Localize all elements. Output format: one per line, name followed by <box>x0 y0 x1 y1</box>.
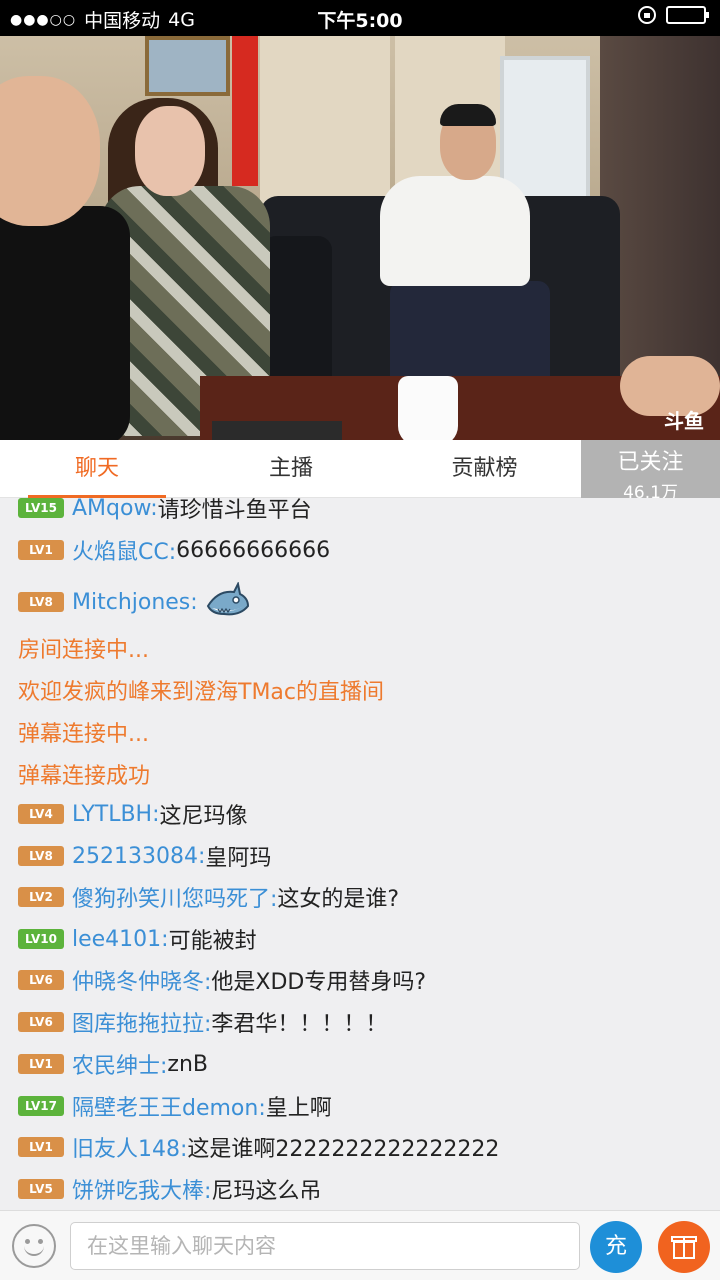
level-badge: LV5 <box>18 1179 64 1199</box>
follow-button[interactable]: 已关注 46.1万 <box>581 440 720 503</box>
battery-icon <box>666 6 709 24</box>
level-badge: LV15 <box>18 498 64 518</box>
recharge-button[interactable]: 充 <box>590 1221 642 1273</box>
follow-label: 已关注 <box>617 450 684 475</box>
level-badge: LV6 <box>18 1012 64 1032</box>
message-text: 皇阿玛 <box>205 846 272 871</box>
tab-rank-label: 贡献榜 <box>451 456 518 481</box>
chat-message: LV4 LYTLBH: 这尼玛像 <box>18 796 248 832</box>
chat-input-bar: 充 <box>0 1210 720 1280</box>
message-text: 这女的是谁? <box>277 887 400 912</box>
message-text: 可能被封 <box>168 929 257 954</box>
chat-message: LV8 Mitchjones: <box>18 580 252 622</box>
clock: 下午5:00 <box>317 10 403 32</box>
username[interactable]: 饼饼吃我大棒: <box>72 1173 211 1205</box>
streamer-figure <box>0 206 130 440</box>
message-text: 李君华！！！！！ <box>211 1012 388 1037</box>
tab-streamer[interactable]: 主播 <box>194 440 388 498</box>
message-text: 这尼玛像 <box>159 804 248 829</box>
level-badge: LV1 <box>18 1054 64 1074</box>
status-right <box>638 6 709 24</box>
level-badge: LV10 <box>18 929 64 949</box>
username[interactable]: 252133084: <box>72 844 205 869</box>
level-badge: LV1 <box>18 1137 64 1157</box>
woman-figure <box>135 106 205 196</box>
message-text: 这是谁啊2222222222222222 <box>187 1137 500 1162</box>
system-message: 弹幕连接中... <box>18 722 149 747</box>
message-text: znB <box>167 1051 209 1077</box>
wall-painting <box>145 36 230 96</box>
chat-input[interactable] <box>70 1222 580 1270</box>
message-text: 皇上啊 <box>265 1096 332 1121</box>
chat-message: LV2 傻狗孙笑川您吗死了: 这女的是谁? <box>18 879 399 915</box>
streamer-figure <box>0 76 100 226</box>
username[interactable]: Mitchjones: <box>72 590 198 615</box>
message-text: 尼玛这么吊 <box>211 1179 322 1204</box>
douyu-watermark: 斗鱼 <box>664 409 704 433</box>
tab-contribution-rank[interactable]: 贡献榜 <box>388 440 581 498</box>
chat-message: LV17 隔壁老王王demon: 皇上啊 <box>18 1088 332 1124</box>
username[interactable]: 隔壁老王王demon: <box>72 1090 266 1122</box>
username[interactable]: LYTLBH: <box>72 802 160 827</box>
chat-message: LV1 火焰鼠CC: 66666666666 <box>18 532 330 568</box>
username[interactable]: 火焰鼠CC: <box>72 534 176 566</box>
gift-button[interactable] <box>658 1221 710 1273</box>
tea-cup <box>398 376 458 440</box>
emoji-smile-icon[interactable] <box>12 1224 56 1268</box>
chat-panel[interactable]: LV15 AMqow: 请珍惜斗鱼平台 LV1 火焰鼠CC: 666666666… <box>0 498 720 1210</box>
system-message: 房间连接中... <box>18 638 149 663</box>
man-figure <box>380 176 530 286</box>
username[interactable]: 傻狗孙笑川您吗死了: <box>72 881 277 913</box>
system-message: 弹幕连接成功 <box>18 764 151 789</box>
level-badge: LV8 <box>18 592 64 612</box>
tab-chat[interactable]: 聊天 <box>0 440 194 498</box>
level-badge: LV1 <box>18 540 64 560</box>
chat-message: LV1 农民绅士: znB <box>18 1046 208 1082</box>
level-badge: LV4 <box>18 804 64 824</box>
level-badge: LV8 <box>18 846 64 866</box>
message-text: 请珍惜斗鱼平台 <box>157 498 312 523</box>
level-badge: LV17 <box>18 1096 64 1116</box>
chat-message: LV8 252133084: 皇阿玛 <box>18 838 271 874</box>
tab-chat-label: 聊天 <box>74 456 119 481</box>
chat-message: LV15 AMqow: 请珍惜斗鱼平台 <box>18 498 312 526</box>
status-bar: ●●●○○ 中国移动 4G 下午5:00 <box>0 0 720 36</box>
tab-streamer-label: 主播 <box>268 456 313 481</box>
username[interactable]: AMqow: <box>72 498 158 521</box>
chat-message: LV6 仲晓冬仲晓冬: 他是XDD专用替身吗? <box>18 962 426 998</box>
system-message: 欢迎发疯的峰来到澄海TMac的直播间 <box>18 680 384 705</box>
rotation-lock-icon <box>638 6 656 24</box>
username[interactable]: lee4101: <box>72 927 169 952</box>
level-badge: LV2 <box>18 887 64 907</box>
chat-message: LV10 lee4101: 可能被封 <box>18 921 257 957</box>
man-figure <box>440 104 496 126</box>
red-flag <box>232 36 258 186</box>
chat-message: LV6 图库拖拖拉拉: 李君华！！！！！ <box>18 1004 387 1040</box>
username[interactable]: 旧友人148: <box>72 1131 187 1163</box>
message-text: 66666666666 <box>176 537 331 563</box>
username[interactable]: 图库拖拖拉拉: <box>72 1006 211 1038</box>
chat-message: LV5 饼饼吃我大棒: 尼玛这么吊 <box>18 1171 321 1207</box>
message-text: 他是XDD专用替身吗? <box>211 970 427 995</box>
shark-emoji-icon <box>204 580 252 622</box>
gift-icon <box>683 1236 685 1259</box>
chat-message: LV1 旧友人148: 这是谁啊2222222222222222 <box>18 1129 499 1165</box>
level-badge: LV6 <box>18 970 64 990</box>
tissue-box <box>212 421 342 440</box>
live-video-player[interactable]: 斗鱼 <box>0 36 720 440</box>
username[interactable]: 农民绅士: <box>72 1048 167 1080</box>
username[interactable]: 仲晓冬仲晓冬: <box>72 964 211 996</box>
